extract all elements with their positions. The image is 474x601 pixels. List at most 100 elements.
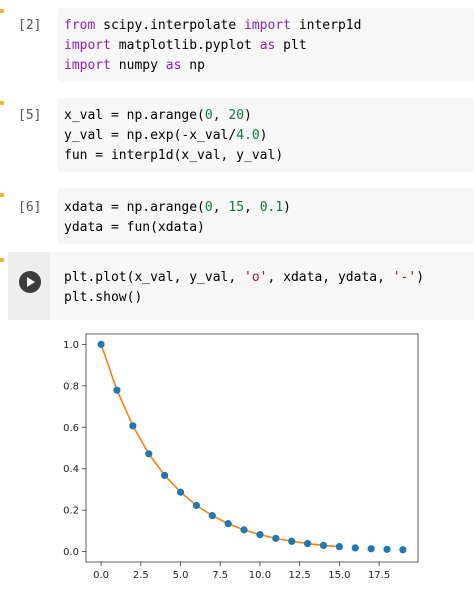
code-editor[interactable]: from scipy.interpolate import interp1d im…: [58, 8, 474, 82]
code-token: scipy.interpolate: [95, 18, 245, 33]
data-point: [256, 531, 264, 539]
code-token: ydata = fun(xdata): [64, 220, 205, 235]
code-token: plt.show(): [64, 290, 143, 305]
code-token: plt: [275, 38, 307, 53]
code-token: ): [244, 108, 252, 123]
data-point: [351, 544, 359, 552]
cell-marker: [0, 258, 4, 262]
code-token: , xdata, ydata,: [267, 270, 393, 285]
code-token: ): [416, 270, 425, 285]
code-editor[interactable]: plt.plot(x_val, y_val, 'o', xdata, ydata…: [50, 252, 474, 321]
data-point: [192, 501, 201, 510]
y-tick-label: 0.2: [63, 506, 79, 517]
x-tick-label: 7.5: [212, 570, 228, 581]
code-token: import: [64, 38, 111, 53]
cell-prompt: [5]: [18, 108, 42, 123]
code-token: '-': [392, 270, 417, 285]
code-token: ,: [244, 200, 260, 215]
data-point: [272, 534, 280, 542]
data-point: [367, 545, 375, 553]
code-token: 0: [204, 200, 213, 215]
y-tick-label: 1.0: [63, 340, 79, 351]
data-point: [399, 546, 407, 554]
cell-output: 0.0 2.5 5.0 7.5 10.0 12.5 15.0 17.5 0.0 0.2 0.4 0.6…: [8, 320, 474, 597]
code-line: ydata = fun(xdata): [64, 218, 291, 238]
code-editor[interactable]: xdata = np.arange(0, 15, 0.1) ydata = fun…: [58, 188, 474, 244]
data-point: [129, 422, 137, 430]
code-line: fun = interp1d(x_val, y_val): [64, 146, 283, 166]
code-token: ): [259, 128, 268, 143]
code-line: plt.plot(x_val, y_val, 'o', xdata, ydata…: [64, 268, 424, 288]
x-tick-label: 10.0: [249, 570, 271, 581]
code-token: fun = interp1d(x_val, y_val): [64, 148, 284, 163]
code-token: import: [244, 18, 291, 33]
code-line: from scipy.interpolate import interp1d: [64, 16, 361, 36]
code-token: x_val = np.arange(: [64, 108, 205, 123]
data-point: [288, 537, 296, 545]
code-token: interp1d: [291, 18, 362, 33]
code-token: y_val = np.exp(-x_val/: [64, 128, 237, 143]
code-line: import matplotlib.pyplot as plt: [64, 36, 361, 56]
code-line: x_val = np.arange(0, 20): [64, 106, 283, 126]
x-tick-label: 17.5: [368, 570, 390, 581]
data-point: [208, 511, 216, 520]
data-point: [176, 488, 185, 496]
cell-prompt: [6]: [18, 200, 42, 215]
cell-marker: [0, 101, 4, 105]
code-text: from scipy.interpolate import interp1d im…: [64, 16, 361, 76]
code-token: from: [64, 18, 96, 33]
cell-gutter: [8, 252, 50, 320]
code-token: ): [283, 200, 291, 215]
data-point: [161, 471, 169, 479]
cell-marker: [0, 9, 4, 13]
code-line: y_val = np.exp(-x_val/4.0): [64, 126, 283, 146]
code-token: as: [165, 58, 182, 73]
code-editor[interactable]: x_val = np.arange(0, 20) y_val = np.exp(-…: [58, 98, 474, 172]
code-text: xdata = np.arange(0, 15, 0.1) ydata = fun…: [64, 198, 291, 238]
x-tick-label: 15.0: [328, 570, 350, 581]
plot-figure: 0.0 2.5 5.0 7.5 10.0 12.5 15.0 17.5 0.0 0.2 0.4 0.6…: [63, 333, 419, 581]
code-token: matplotlib.pyplot: [110, 38, 260, 53]
code-token: numpy: [110, 58, 166, 73]
code-token: as: [259, 38, 276, 53]
code-cell-3[interactable]: [6] xdata = np.arange(0, 15, 0.1) ydata =…: [8, 188, 474, 244]
code-token: ,: [212, 108, 229, 123]
data-point: [97, 340, 105, 348]
code-cell-run[interactable]: plt.plot(x_val, y_val, 'o', xdata, ydata…: [8, 252, 474, 597]
code-line: xdata = np.arange(0, 15, 0.1): [64, 198, 291, 218]
x-tick-label: 5.0: [173, 570, 189, 581]
code-token: 4.0: [236, 128, 260, 143]
plot-axes-frame: [85, 333, 419, 563]
run-cell-icon[interactable]: [19, 271, 41, 293]
code-token: plt.plot(x_val, y_val,: [64, 270, 245, 285]
data-point: [113, 386, 121, 394]
y-tick-label: 0.6: [63, 423, 79, 434]
code-token: 0.1: [259, 200, 284, 215]
code-token: 'o': [244, 270, 268, 285]
y-tick-label: 0.0: [63, 547, 79, 558]
cell-prompt: [2]: [18, 18, 42, 33]
data-point: [303, 539, 312, 548]
data-point: [335, 543, 343, 551]
code-line: import numpy as np: [64, 56, 361, 76]
x-tick-label: 12.5: [289, 570, 311, 581]
code-line: plt.show(): [64, 288, 424, 308]
code-text: x_val = np.arange(0, 20) y_val = np.exp(-…: [64, 106, 283, 166]
code-token: xdata = np.arange(: [64, 200, 205, 215]
y-tick-label: 0.8: [63, 381, 79, 392]
data-point: [224, 520, 232, 528]
code-token: ,: [212, 200, 229, 215]
data-point: [240, 526, 248, 534]
data-point: [145, 450, 153, 458]
data-point: [383, 545, 391, 553]
x-tick-label: 0.0: [93, 570, 109, 581]
code-token: 15: [228, 200, 245, 215]
code-text: plt.plot(x_val, y_val, 'o', xdata, ydata…: [64, 268, 424, 308]
code-cell-1[interactable]: [2] from scipy.interpolate import interp…: [8, 8, 474, 82]
x-tick-label: 2.5: [133, 570, 149, 581]
y-tick-label: 0.4: [63, 464, 79, 475]
code-token: 20: [228, 108, 245, 123]
code-cell-2[interactable]: [5] x_val = np.arange(0, 20) y_val = np.e…: [8, 98, 474, 172]
code-token: import: [64, 58, 111, 73]
code-token: np: [181, 58, 205, 73]
